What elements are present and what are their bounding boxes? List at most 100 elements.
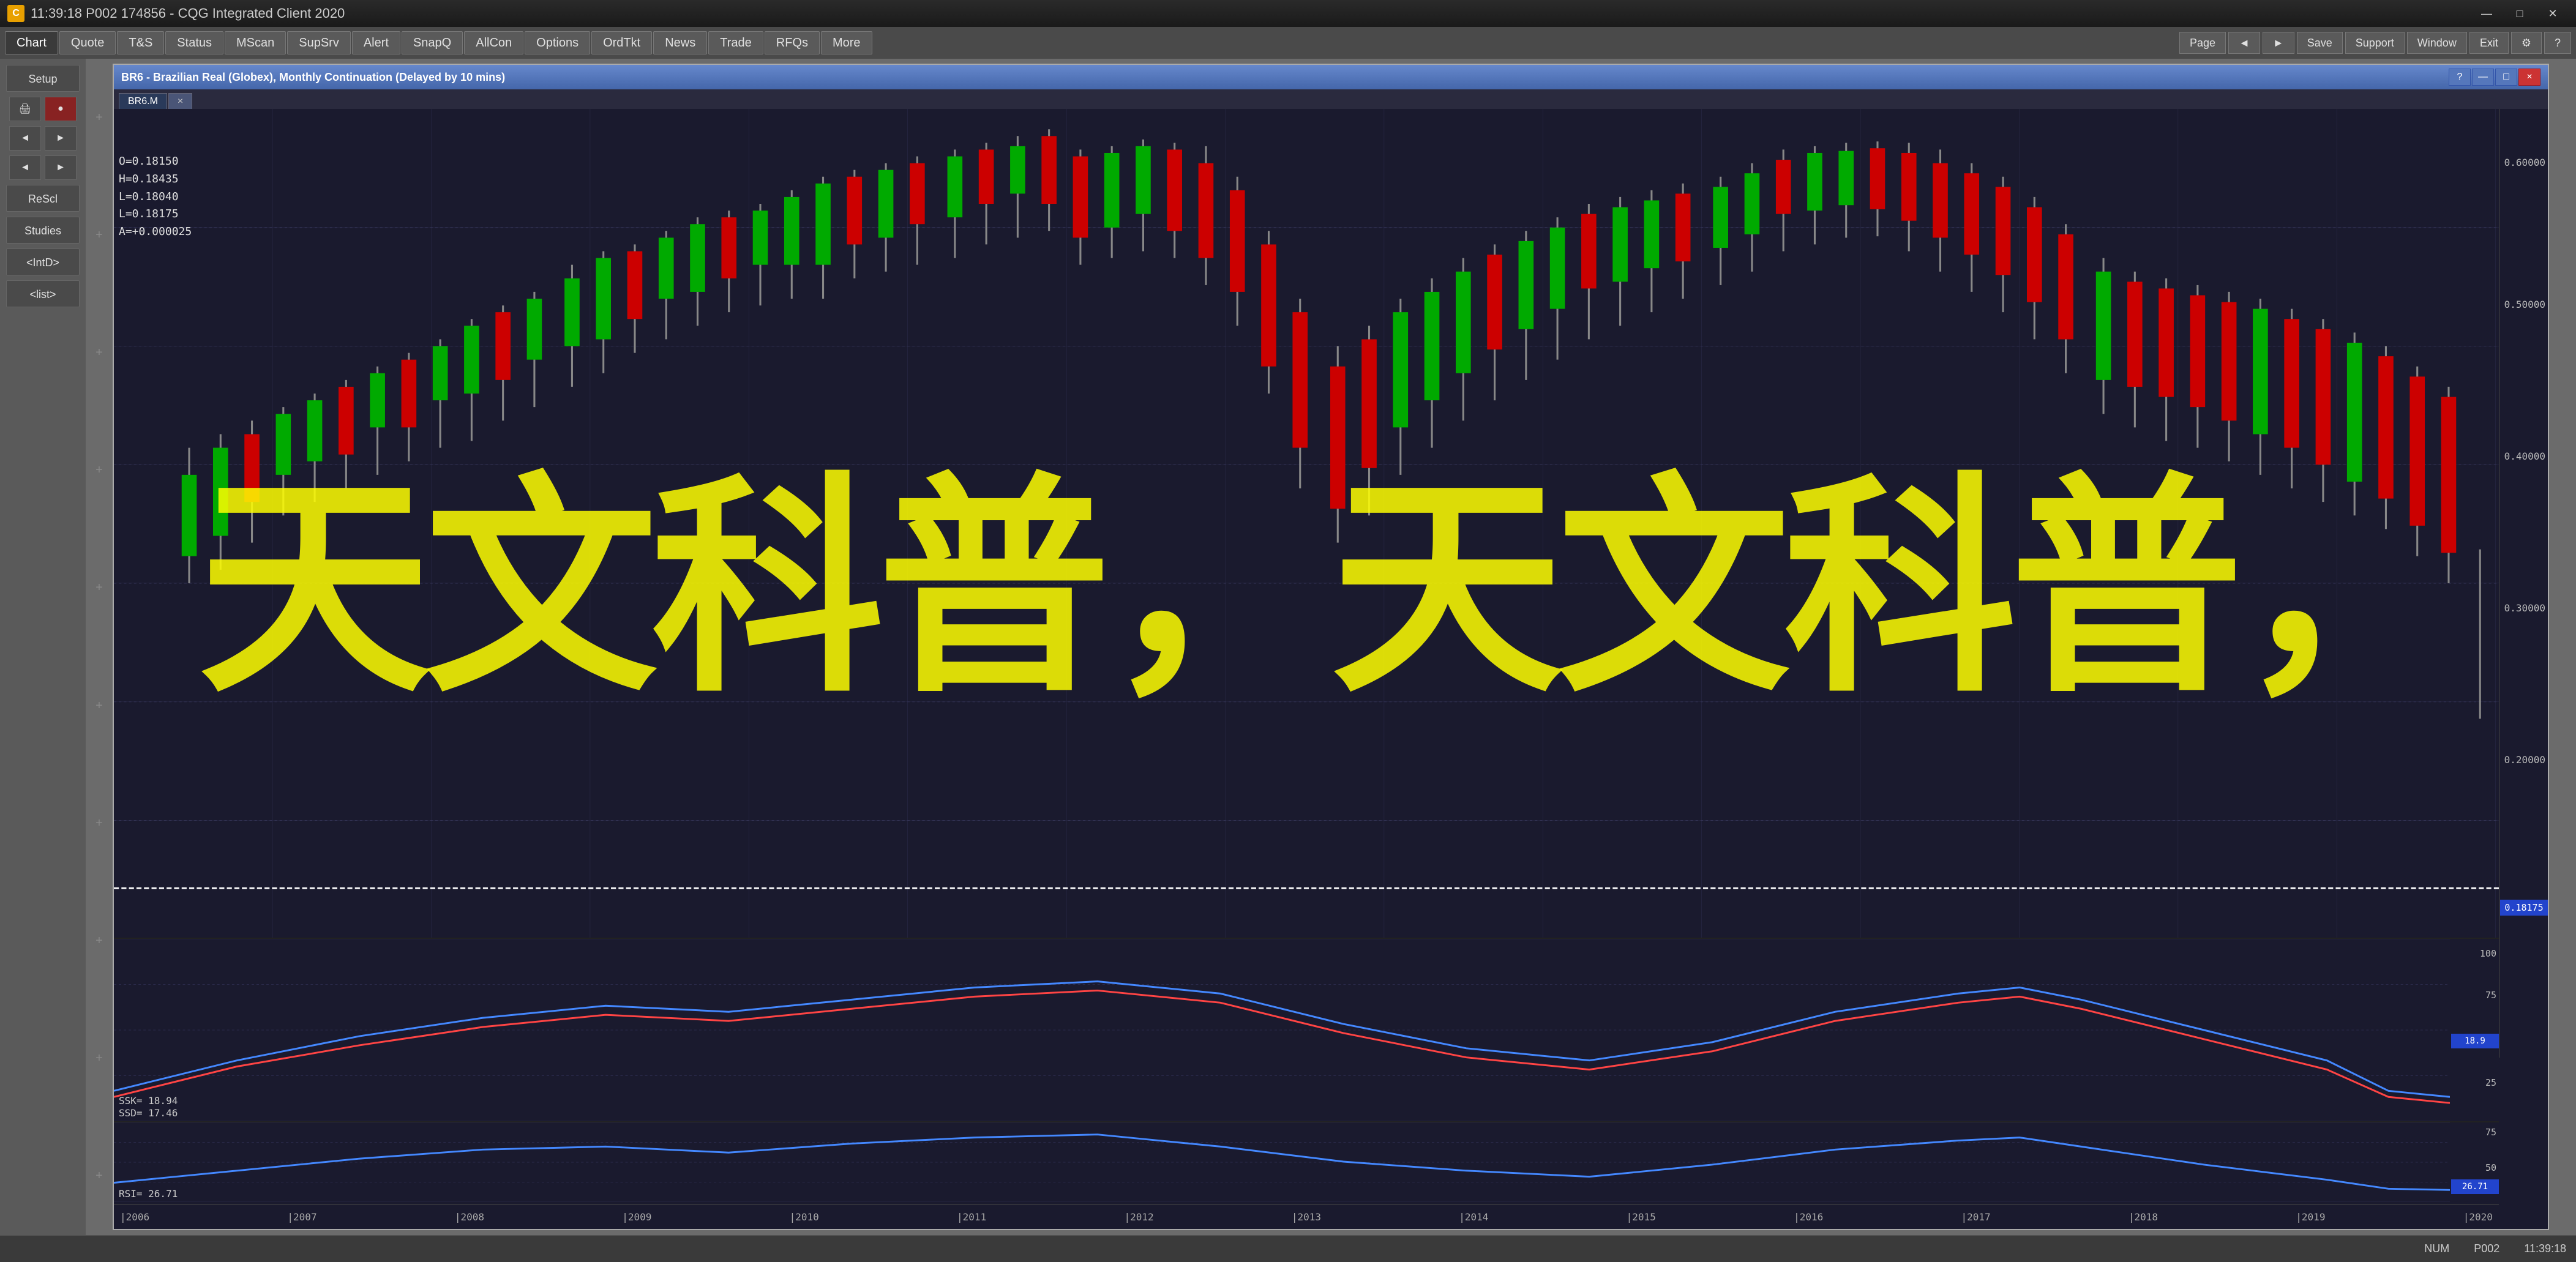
cross-icon: + (95, 228, 103, 242)
studies-button[interactable]: Studies (6, 217, 80, 244)
menu-item-more[interactable]: More (821, 31, 872, 54)
menu-item-news[interactable]: News (653, 31, 707, 54)
price-0.20: 0.20000 (2504, 754, 2545, 766)
ctrl-btn-x[interactable]: ► (2263, 32, 2294, 54)
ohlc-l: L=0.18040 (119, 189, 192, 206)
rsi-indicator-area: RSI 75 50 26.71 RSI= 26.71 (114, 1121, 2499, 1202)
ssd-value-label: SSD= 17.46 (119, 1107, 178, 1119)
ctrl-btn-save[interactable]: Save (2297, 32, 2343, 54)
sidebar: Setup 🖨 ● ◄ ► ◄ ► ReScl Studies <IntD> <… (0, 59, 86, 1235)
chart-titlebar: BR6 - Brazilian Real (Globex), Monthly C… (114, 65, 2548, 89)
price-0.60: 0.60000 (2504, 157, 2545, 168)
status-bar: NUM P002 11:39:18 (0, 1235, 2576, 1262)
left-dot-column: + + + + + + + + + + (86, 59, 113, 1235)
arrow-right2-button[interactable]: ► (45, 155, 77, 180)
arrow-left-button[interactable]: ◄ (9, 126, 41, 151)
chart-window-controls: ? — □ × (2449, 69, 2540, 86)
candlestick-chart (114, 109, 2499, 1058)
rsi-scale-75: 75 (2485, 1127, 2496, 1138)
title-bar: C 11:39:18 P002 174856 - CQG Integrated … (0, 0, 2576, 27)
menu-item-ts[interactable]: T&S (117, 31, 164, 54)
ctrl-btn-x[interactable]: ? (2544, 32, 2571, 54)
list-button[interactable]: <list> (6, 280, 80, 307)
ohlc-o: O=0.18150 (119, 153, 192, 171)
rescl-button[interactable]: ReScl (6, 185, 80, 212)
x-label-2009: |2009 (622, 1211, 651, 1223)
setup-button[interactable]: Setup (6, 65, 80, 92)
print-button[interactable]: 🖨 (9, 97, 41, 121)
price-0.30: 0.30000 (2504, 602, 2545, 614)
cross-icon: + (95, 1169, 103, 1183)
cross-icon: + (95, 1051, 103, 1066)
ctrl-btn-x[interactable]: ⚙ (2511, 32, 2542, 54)
account-id: P002 (2474, 1242, 2499, 1255)
rsi-value-display: RSI= 26.71 (119, 1188, 178, 1200)
ctrl-btn-window[interactable]: Window (2407, 32, 2467, 54)
price-0.50: 0.50000 (2504, 299, 2545, 310)
menu-item-alert[interactable]: Alert (352, 31, 400, 54)
cross-icon: + (95, 346, 103, 360)
x-label-2012: |2012 (1124, 1211, 1153, 1223)
rsi-chart-svg (114, 1122, 2450, 1202)
x-label-2013: |2013 (1292, 1211, 1321, 1223)
menu-item-rfqs[interactable]: RFQs (765, 31, 820, 54)
ssk-scale-100: 100 (2480, 948, 2496, 959)
x-axis: |2006|2007|2008|2009|2010|2011|2012|2013… (114, 1204, 2499, 1229)
chart-close-button[interactable]: × (2518, 69, 2540, 86)
x-label-2008: |2008 (455, 1211, 484, 1223)
x-label-2010: |2010 (790, 1211, 819, 1223)
ssk-indicator-area: SSt... 100 75 50 25 18.9 SSK= 18.94 SSD=… (114, 938, 2499, 1121)
ohlc-a: A=+0.000025 (119, 223, 192, 241)
num-indicator: NUM (2424, 1242, 2449, 1255)
x-label-2014: |2014 (1459, 1211, 1488, 1223)
ohlc-l2: L=0.18175 (119, 206, 192, 223)
ssk-value-label: SSK= 18.94 (119, 1095, 178, 1107)
chart-tab-br6m[interactable]: BR6.M (119, 93, 167, 109)
ssk-scale-75: 75 (2485, 990, 2496, 1001)
ctrl-btn-page[interactable]: Page (2179, 32, 2226, 54)
arrow-left2-button[interactable]: ◄ (9, 155, 41, 180)
menu-item-trade[interactable]: Trade (708, 31, 763, 54)
window-title: 11:39:18 P002 174856 - CQG Integrated Cl… (31, 6, 2471, 21)
menu-item-allcon[interactable]: AllCon (464, 31, 523, 54)
rsi-value-box: 26.71 (2451, 1179, 2499, 1194)
cross-icon: + (95, 581, 103, 595)
maximize-button[interactable]: □ (2504, 2, 2536, 24)
menu-item-mscan[interactable]: MScan (225, 31, 286, 54)
ctrl-btn-x[interactable]: ◄ (2228, 32, 2260, 54)
ohlc-h: H=0.18435 (119, 171, 192, 189)
cross-icon: + (95, 699, 103, 713)
x-label-2018: |2018 (2129, 1211, 2158, 1223)
chart-help-button[interactable]: ? (2449, 69, 2471, 86)
minimize-button[interactable]: — (2471, 2, 2503, 24)
menu-item-quote[interactable]: Quote (59, 31, 116, 54)
menu-item-supsrv[interactable]: SupSrv (287, 31, 351, 54)
close-button[interactable]: ✕ (2537, 2, 2569, 24)
ctrl-btn-support[interactable]: Support (2345, 32, 2405, 54)
app-icon: C (7, 5, 24, 22)
intd-button[interactable]: <IntD> (6, 248, 80, 275)
chart-maximize-button[interactable]: □ (2495, 69, 2517, 86)
x-label-2015: |2015 (1627, 1211, 1656, 1223)
ssk-scale-25: 25 (2485, 1077, 2496, 1088)
x-label-2017: |2017 (1961, 1211, 1990, 1223)
top-controls: Page◄►SaveSupportWindowExit⚙? (2179, 27, 2576, 59)
ssk-chart-svg (114, 939, 2450, 1121)
menu-item-ordtkt[interactable]: OrdTkt (591, 31, 652, 54)
menu-item-options[interactable]: Options (525, 31, 590, 54)
chart-window: BR6 - Brazilian Real (Globex), Monthly C… (113, 64, 2549, 1230)
record-button[interactable]: ● (45, 97, 77, 121)
menu-item-chart[interactable]: Chart (5, 31, 58, 54)
x-label-2011: |2011 (957, 1211, 986, 1223)
menu-item-snapq[interactable]: SnapQ (402, 31, 463, 54)
cross-icon: + (95, 111, 103, 125)
cross-icon: + (95, 934, 103, 948)
chart-minimize-button[interactable]: — (2472, 69, 2494, 86)
ctrl-btn-exit[interactable]: Exit (2469, 32, 2509, 54)
arrow-right-button[interactable]: ► (45, 126, 77, 151)
price-scale: 0.60000 0.50000 0.40000 0.30000 0.20000 … (2499, 109, 2548, 1058)
price-0.40: 0.40000 (2504, 450, 2545, 462)
menu-item-status[interactable]: Status (165, 31, 223, 54)
ssk-value-box: 18.9 (2451, 1034, 2499, 1048)
chart-tab-x[interactable]: × (168, 93, 192, 109)
